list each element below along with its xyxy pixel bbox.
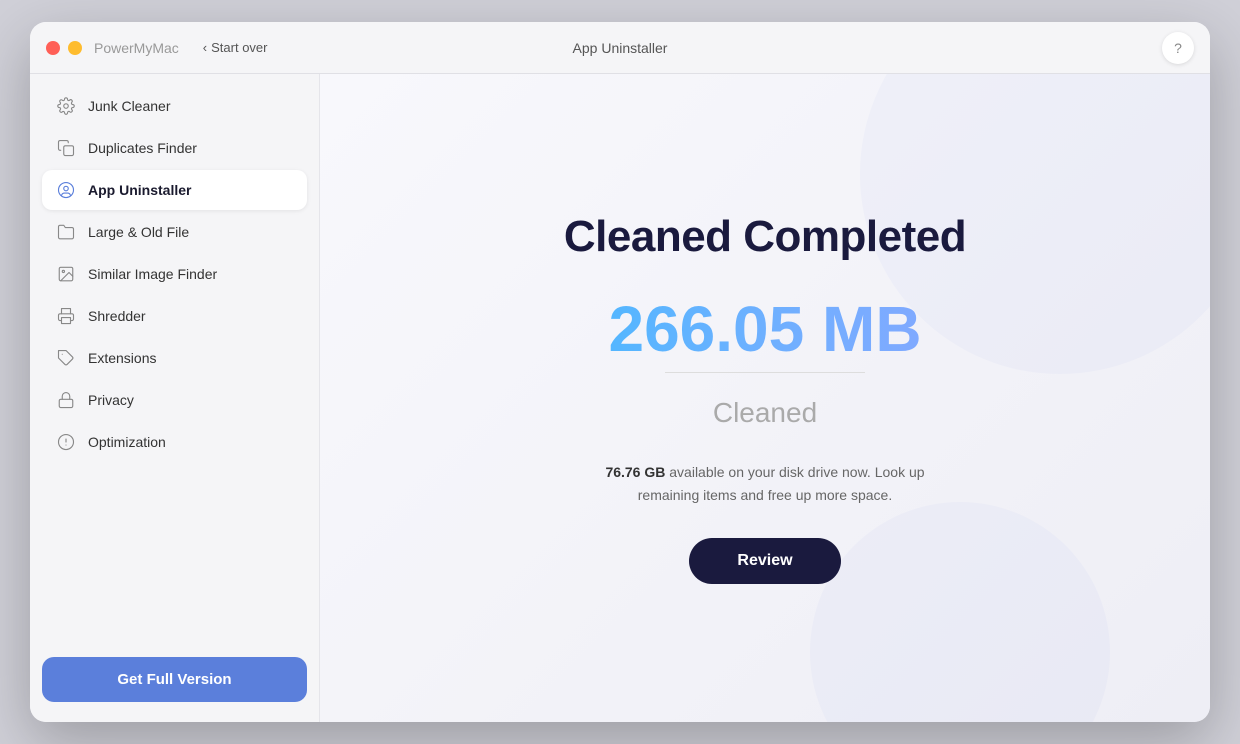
sidebar-item-shredder[interactable]: Shredder <box>42 296 307 336</box>
sidebar-item-similar-image-finder[interactable]: Similar Image Finder <box>42 254 307 294</box>
sidebar-item-junk-cleaner-label: Junk Cleaner <box>88 98 171 114</box>
folder-icon <box>56 222 76 242</box>
sidebar-items: Junk Cleaner Duplicates Finder App Unins… <box>42 86 307 645</box>
sidebar-item-similar-image-finder-label: Similar Image Finder <box>88 266 217 282</box>
size-display: 266.05 MB <box>564 294 966 364</box>
get-full-version-button[interactable]: Get Full Version <box>42 657 307 702</box>
sidebar-item-privacy-label: Privacy <box>88 392 134 408</box>
cleaned-title: Cleaned Completed <box>564 212 966 262</box>
sidebar-item-duplicates-finder-label: Duplicates Finder <box>88 140 197 156</box>
sidebar-footer: Get Full Version <box>42 645 307 710</box>
sidebar-item-extensions-label: Extensions <box>88 350 156 366</box>
sidebar: Junk Cleaner Duplicates Finder App Unins… <box>30 74 320 722</box>
photo-icon <box>56 264 76 284</box>
sidebar-item-app-uninstaller[interactable]: App Uninstaller <box>42 170 307 210</box>
sidebar-item-junk-cleaner[interactable]: Junk Cleaner <box>42 86 307 126</box>
puzzle-icon <box>56 348 76 368</box>
lock-icon <box>56 390 76 410</box>
app-name: PowerMyMac <box>94 40 179 56</box>
cleaned-label: Cleaned <box>564 397 966 429</box>
printer-icon <box>56 306 76 326</box>
optimization-icon <box>56 432 76 452</box>
sidebar-item-app-uninstaller-label: App Uninstaller <box>88 182 191 198</box>
sidebar-item-large-old-file[interactable]: Large & Old File <box>42 212 307 252</box>
help-button[interactable]: ? <box>1162 32 1194 64</box>
content-area: Cleaned Completed 266.05 MB Cleaned 76.7… <box>320 74 1210 722</box>
sidebar-item-privacy[interactable]: Privacy <box>42 380 307 420</box>
window-title: App Uninstaller <box>573 40 668 56</box>
content-inner: Cleaned Completed 266.05 MB Cleaned 76.7… <box>564 212 966 584</box>
gear-icon <box>56 96 76 116</box>
minimize-button[interactable] <box>68 41 82 55</box>
close-button[interactable] <box>46 41 60 55</box>
sidebar-item-optimization[interactable]: Optimization <box>42 422 307 462</box>
description-bold: 76.76 GB <box>605 464 665 480</box>
sidebar-item-extensions[interactable]: Extensions <box>42 338 307 378</box>
description-rest: available on your disk drive now. Look u… <box>638 464 925 502</box>
start-over-button[interactable]: ‹ Start over <box>203 40 268 55</box>
sidebar-item-shredder-label: Shredder <box>88 308 146 324</box>
review-button[interactable]: Review <box>689 538 840 584</box>
copy-icon <box>56 138 76 158</box>
person-circle-icon <box>56 180 76 200</box>
sidebar-item-optimization-label: Optimization <box>88 434 166 450</box>
app-window: PowerMyMac ‹ Start over App Uninstaller … <box>30 22 1210 722</box>
main-content: Junk Cleaner Duplicates Finder App Unins… <box>30 74 1210 722</box>
divider <box>665 372 865 373</box>
chevron-left-icon: ‹ <box>203 40 207 55</box>
sidebar-item-duplicates-finder[interactable]: Duplicates Finder <box>42 128 307 168</box>
titlebar: PowerMyMac ‹ Start over App Uninstaller … <box>30 22 1210 74</box>
sidebar-item-large-old-file-label: Large & Old File <box>88 224 189 240</box>
description: 76.76 GB available on your disk drive no… <box>585 461 945 506</box>
traffic-lights <box>46 41 82 55</box>
